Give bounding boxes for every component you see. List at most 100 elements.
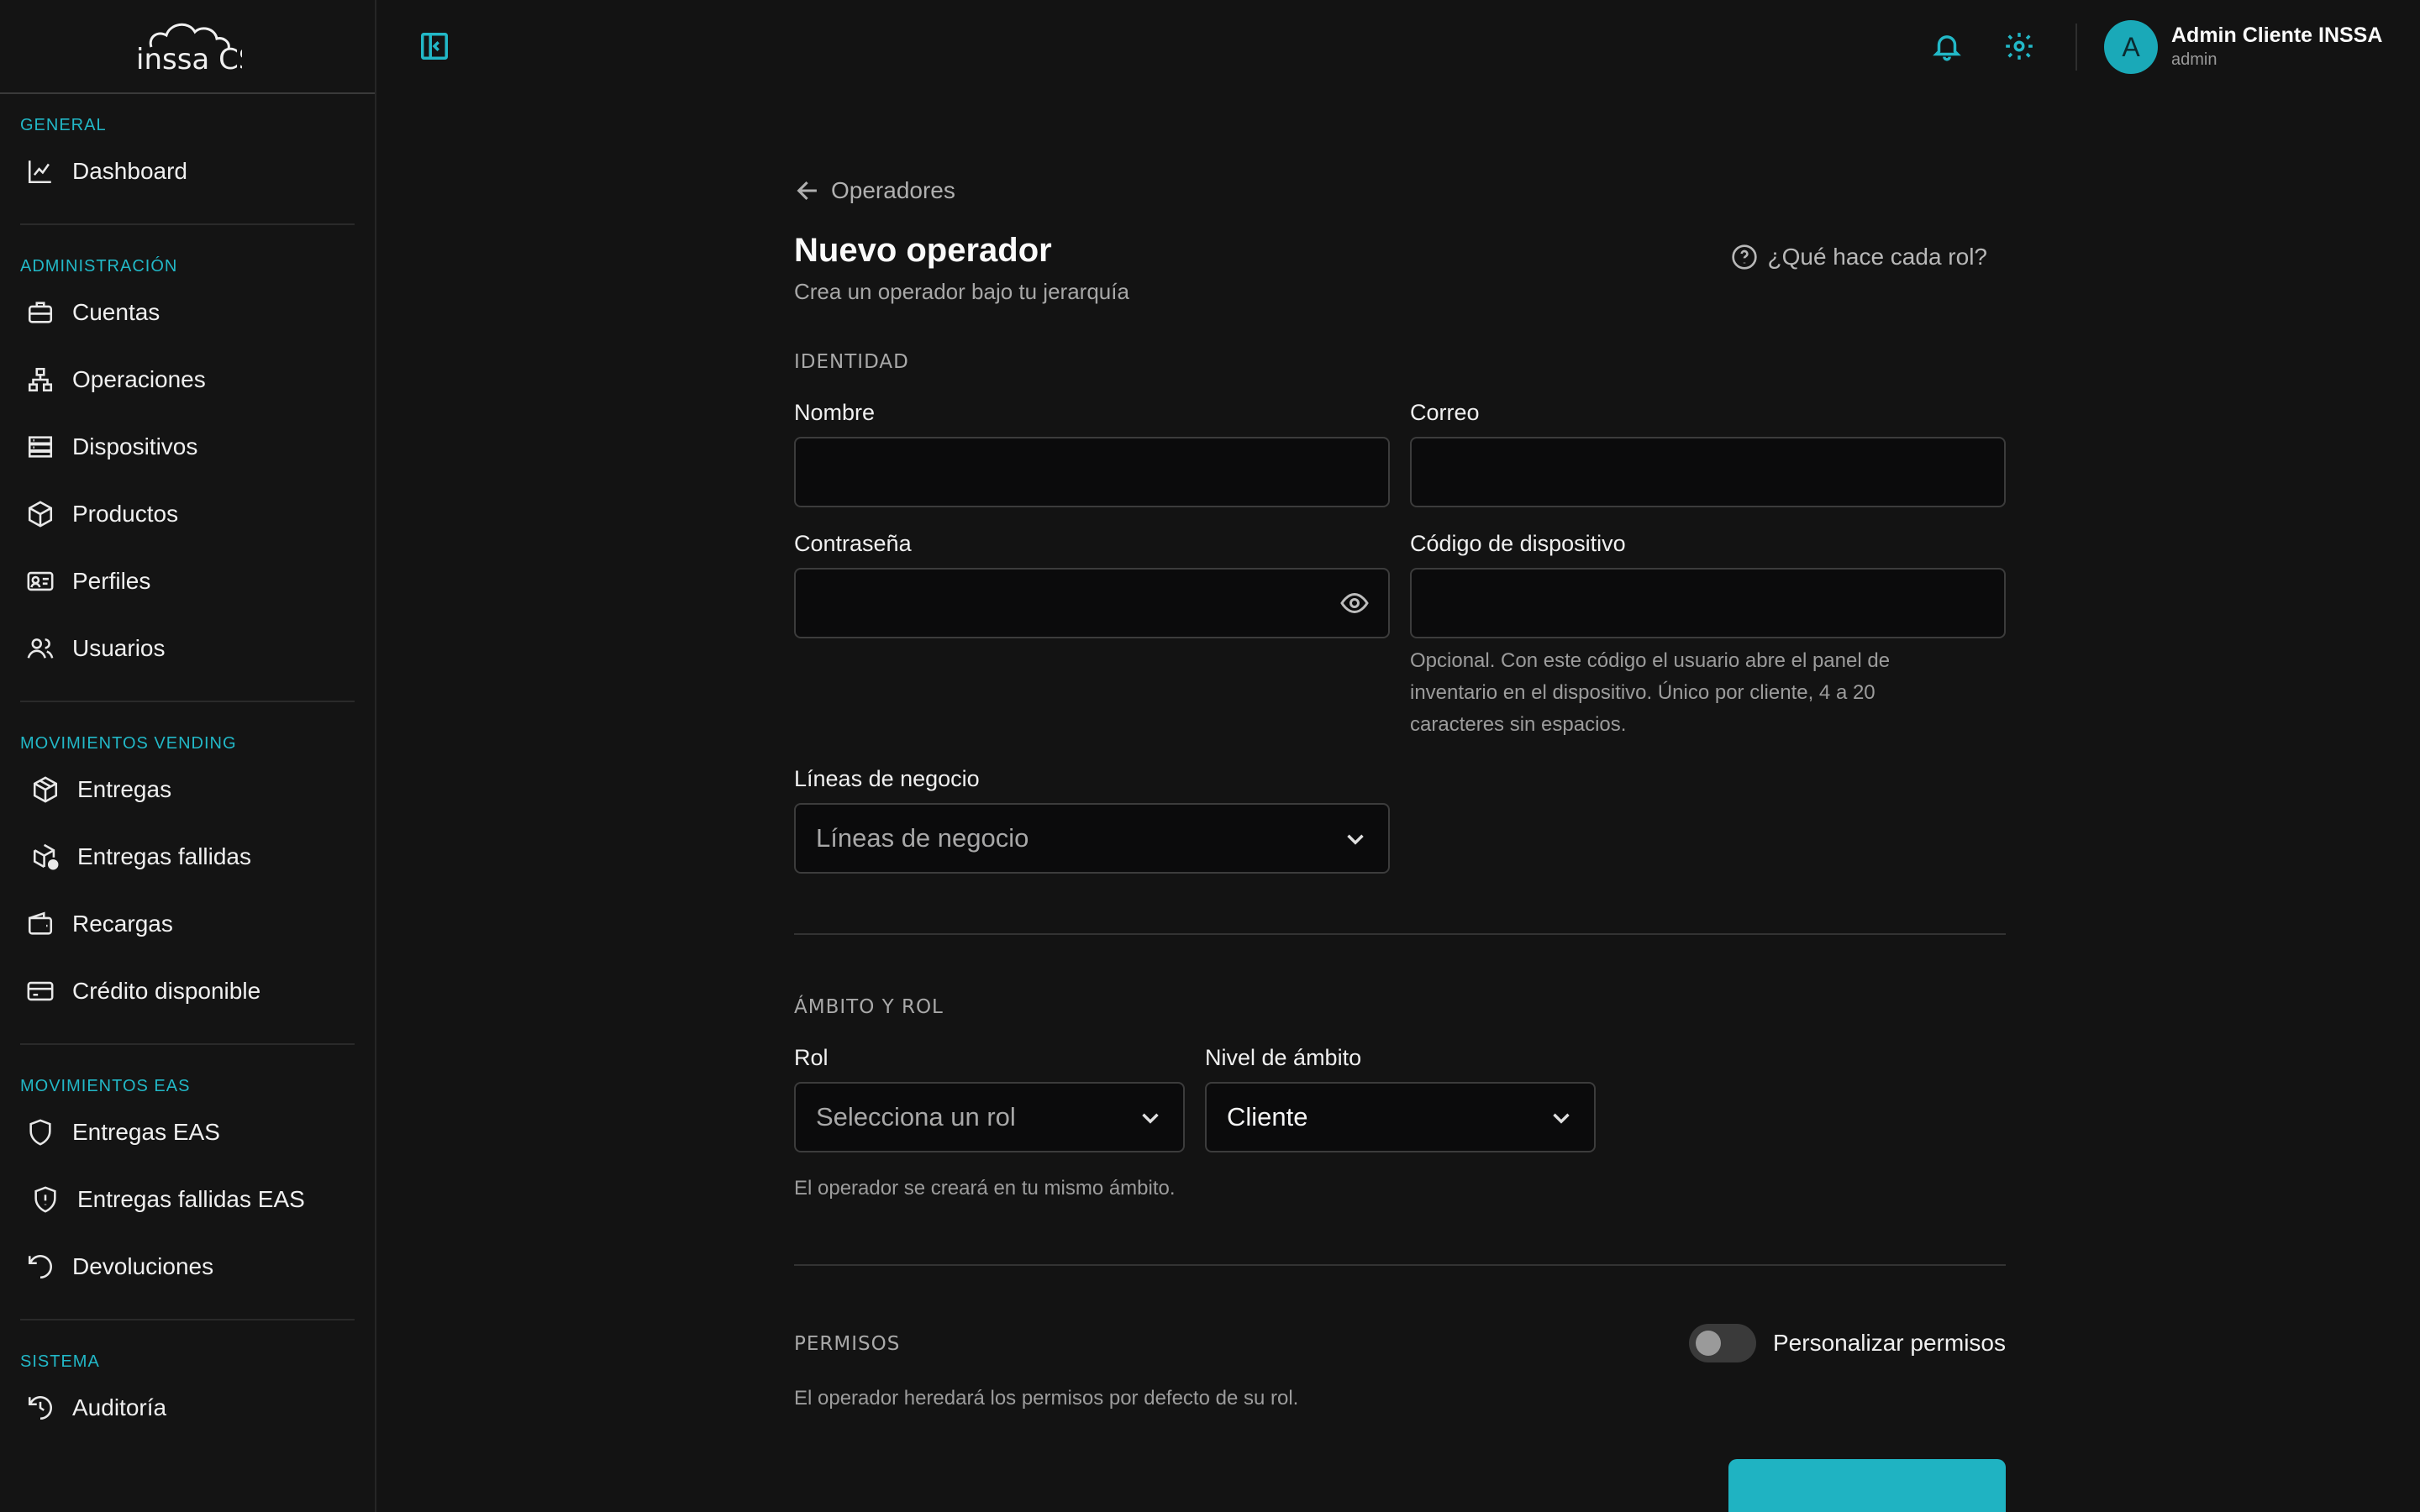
header-separator — [2075, 24, 2077, 71]
nav-section-sistema: SISTEMA Auditoría — [0, 1349, 375, 1441]
role-placeholder: Selecciona un rol — [816, 1102, 1016, 1131]
sidebar-item-label: Entregas fallidas EAS — [77, 1186, 305, 1212]
sidebar-item-label: Entregas EAS — [72, 1119, 220, 1145]
sidebar-item-cuentas[interactable]: Cuentas — [20, 279, 355, 346]
sidebar-item-label: Dashboard — [72, 158, 187, 184]
sidebar-item-label: Entregas — [77, 776, 172, 802]
top-header: A Admin Cliente INSSA admin — [378, 0, 2420, 94]
back-link[interactable]: Operadores — [794, 176, 955, 205]
notifications-button[interactable] — [1931, 30, 1965, 64]
package-icon — [30, 774, 60, 805]
shield-icon — [25, 1117, 55, 1147]
sidebar-item-label: Devoluciones — [72, 1253, 214, 1279]
sidebar-item-auditoria[interactable]: Auditoría — [20, 1374, 355, 1441]
sidebar-item-perfiles[interactable]: Perfiles — [20, 548, 355, 615]
gear-icon — [2006, 33, 2033, 60]
business-lines-label: Líneas de negocio — [794, 766, 980, 791]
nav-section-administracion: ADMINISTRACIÓN Cuentas Operaciones Dispo… — [0, 254, 375, 682]
wallet-icon — [25, 909, 55, 939]
users-icon — [25, 633, 55, 664]
box-icon — [25, 499, 55, 529]
logo[interactable]: inssa CS — [0, 0, 375, 94]
scope-level-value: Cliente — [1227, 1102, 1308, 1131]
section-title-permisos: PERMISOS — [794, 1333, 901, 1355]
section-title-ambito: ÁMBITO Y ROL — [794, 996, 944, 1018]
section-label-administracion: ADMINISTRACIÓN — [20, 257, 178, 276]
section-label-vending: MOVIMIENTOS VENDING — [20, 734, 237, 753]
role-help-label: ¿Qué hace cada rol? — [1767, 244, 1988, 270]
email-input[interactable] — [1410, 437, 2006, 507]
id-card-icon — [25, 566, 55, 596]
sidebar-item-entregas-fallidas[interactable]: Entregas fallidas — [20, 823, 355, 890]
customize-permissions-control[interactable]: Personalizar permisos — [1689, 1324, 2006, 1362]
sidebar-item-label: Cuentas — [72, 299, 160, 325]
rotate-ccw-icon — [25, 1252, 55, 1282]
user-role: admin — [2171, 50, 2217, 69]
password-label: Contraseña — [794, 531, 912, 556]
page-subtitle: Crea un operador bajo tu jerarquía — [794, 279, 1129, 304]
customize-permissions-label: Personalizar permisos — [1773, 1330, 2006, 1356]
email-label: Correo — [1410, 400, 1480, 425]
sidebar-item-label: Auditoría — [72, 1394, 167, 1420]
sidebar-toggle-button[interactable] — [418, 30, 452, 64]
nav-section-vending: MOVIMIENTOS VENDING Entregas Entregas fa… — [0, 731, 375, 1025]
scope-note: El operador se creará en tu mismo ámbito… — [794, 1177, 1176, 1200]
server-icon — [25, 432, 55, 462]
history-icon — [25, 1393, 55, 1423]
settings-button[interactable] — [2003, 30, 2037, 64]
credit-card-icon — [25, 976, 55, 1006]
arrow-left-icon — [797, 181, 817, 201]
sidebar-item-label: Crédito disponible — [72, 978, 261, 1004]
sidebar-item-productos[interactable]: Productos — [20, 480, 355, 548]
package-alert-icon — [30, 842, 60, 872]
device-code-input[interactable] — [1410, 568, 2006, 638]
sidebar-item-label: Perfiles — [72, 568, 151, 594]
section-label-general: GENERAL — [20, 116, 107, 134]
sidebar-divider — [20, 1043, 355, 1045]
toggle-knob — [1696, 1331, 1721, 1356]
name-input[interactable] — [794, 437, 1390, 507]
name-label: Nombre — [794, 400, 876, 425]
avatar[interactable]: A — [2104, 20, 2158, 74]
sidebar-item-label: Usuarios — [72, 635, 166, 661]
device-code-helper: Opcional. Con este código el usuario abr… — [1410, 649, 1891, 736]
sidebar-item-dashboard[interactable]: Dashboard — [20, 138, 355, 205]
sidebar-divider — [20, 1319, 355, 1320]
eye-icon — [1340, 592, 1369, 614]
customize-permissions-toggle[interactable] — [1689, 1324, 1756, 1362]
business-lines-select[interactable]: Líneas de negocio — [794, 803, 1390, 874]
sidebar-item-entregas[interactable]: Entregas — [20, 756, 355, 823]
section-divider — [794, 933, 2006, 935]
sidebar-divider — [20, 223, 355, 225]
user-name[interactable]: Admin Cliente INSSA — [2171, 24, 2382, 48]
section-label-eas: MOVIMIENTOS EAS — [20, 1077, 191, 1095]
sidebar-item-entregas-fallidas-eas[interactable]: Entregas fallidas EAS — [20, 1166, 355, 1233]
chevron-down-icon — [1547, 1104, 1576, 1132]
bell-icon — [1933, 35, 1961, 61]
chevron-down-icon — [1341, 825, 1370, 853]
role-help-link[interactable]: ¿Qué hace cada rol? — [1731, 244, 1988, 270]
submit-button[interactable] — [1728, 1459, 2006, 1512]
section-label-sistema: SISTEMA — [20, 1352, 100, 1371]
role-select[interactable]: Selecciona un rol — [794, 1082, 1185, 1152]
sidebar-item-usuarios[interactable]: Usuarios — [20, 615, 355, 682]
sidebar-item-label: Productos — [72, 501, 179, 527]
sidebar-item-credito-disponible[interactable]: Crédito disponible — [20, 958, 355, 1025]
scope-level-select[interactable]: Cliente — [1205, 1082, 1596, 1152]
password-input[interactable] — [794, 568, 1390, 638]
show-password-button[interactable] — [1339, 588, 1373, 622]
briefcase-icon — [25, 297, 55, 328]
sidebar-item-operaciones[interactable]: Operaciones — [20, 346, 355, 413]
back-link-label: Operadores — [831, 177, 955, 203]
chart-line-icon — [25, 156, 55, 186]
sidebar-item-dispositivos[interactable]: Dispositivos — [20, 413, 355, 480]
svg-text:inssa CS: inssa CS — [136, 43, 242, 76]
sidebar-item-recargas[interactable]: Recargas — [20, 890, 355, 958]
sidebar-item-entregas-eas[interactable]: Entregas EAS — [20, 1099, 355, 1166]
page-title: Nuevo operador — [794, 232, 1052, 269]
section-title-identidad: IDENTIDAD — [794, 351, 909, 373]
sidebar-item-devoluciones[interactable]: Devoluciones — [20, 1233, 355, 1300]
sidebar-item-label: Entregas fallidas — [77, 843, 252, 869]
panel-left-icon — [421, 33, 448, 60]
permissions-note: El operador heredará los permisos por de… — [794, 1387, 1299, 1410]
